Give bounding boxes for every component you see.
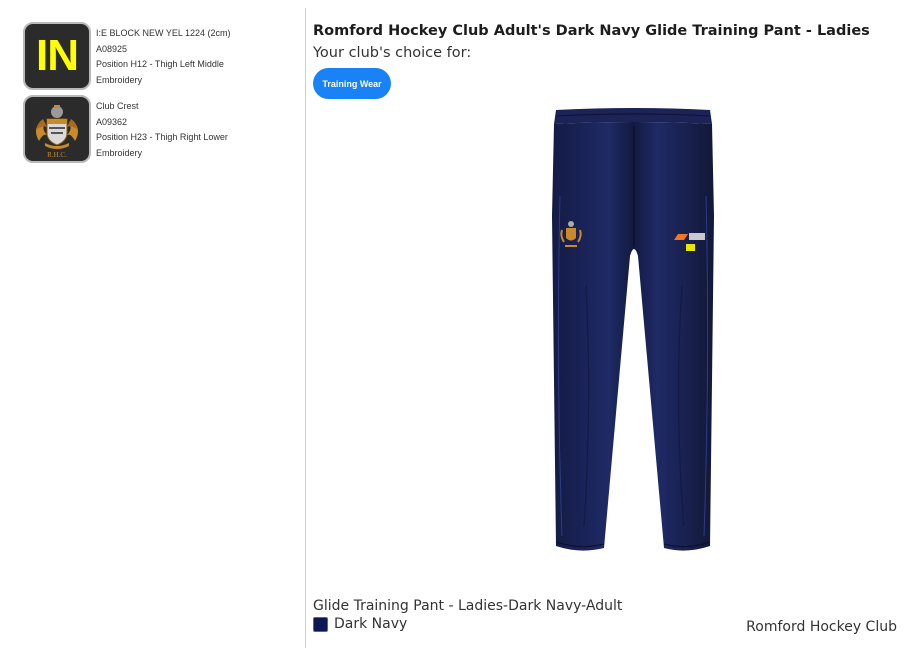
embroidery-thumbnail: IN [23,22,91,90]
colour-swatch[interactable] [313,616,328,632]
embroidery-position: Position H23 - Thigh Right Lower [96,132,228,142]
product-title: Romford Hockey Club Adult's Dark Navy Gl… [313,23,870,39]
embroidery-thumbnail: R.H.C. [23,95,91,163]
initials-logo: IN [36,31,79,80]
embroidery-code: A09362 [96,116,128,127]
colour-name: Dark Navy [334,616,408,632]
embroidery-info: Club Crest A09362 Position H23 - Thigh R… [96,99,228,161]
training-wear-tag-button[interactable]: Training Wear [313,68,391,99]
club-choice-label: Your club's choice for: [313,45,472,61]
colour-row[interactable]: Dark Navy [313,616,407,632]
club-name-footer: Romford Hockey Club [746,619,897,635]
training-pant-image[interactable] [546,106,722,558]
embroidery-name: Club Crest [96,101,139,111]
embroidery-position: Position H12 - Thigh Left Middle [96,59,224,69]
embroidery-item[interactable]: IN I:E BLOCK NEW YEL 1224 (2cm) A08925 P… [23,22,293,95]
column-divider [305,8,306,648]
page-root: IN I:E BLOCK NEW YEL 1224 (2cm) A08925 P… [0,0,920,650]
club-crest-icon: R.H.C. [36,105,78,159]
embroidery-code: A08925 [96,43,128,54]
embroidery-info: I:E BLOCK NEW YEL 1224 (2cm) A08925 Posi… [96,26,231,88]
embroidery-name: I:E BLOCK NEW YEL 1224 (2cm) [96,28,231,38]
embroidery-method: Embroidery [96,147,143,158]
variant-name: Glide Training Pant - Ladies-Dark Navy-A… [313,598,623,614]
crest-letters: R.H.C. [47,151,67,159]
embroidery-item[interactable]: R.H.C. Club Crest A09362 Position H23 - … [23,95,293,168]
embroidery-method: Embroidery [96,74,143,85]
embroidery-list: IN I:E BLOCK NEW YEL 1224 (2cm) A08925 P… [23,22,293,168]
